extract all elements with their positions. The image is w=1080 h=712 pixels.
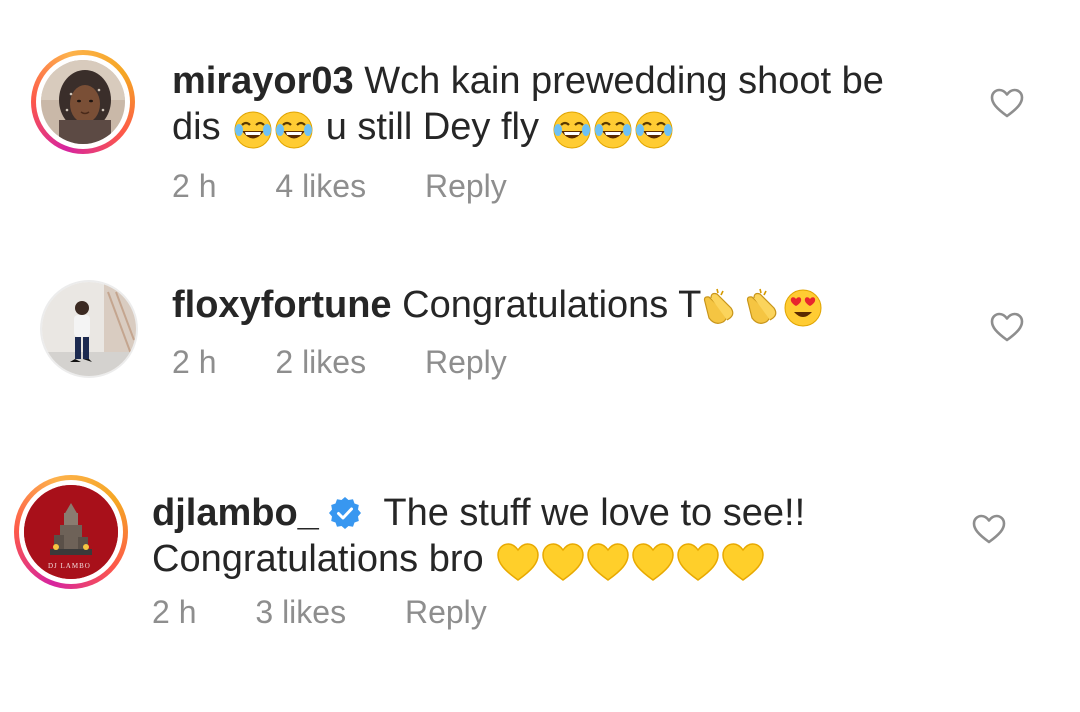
- comment-likes[interactable]: 2 likes: [275, 344, 366, 381]
- comment-likes[interactable]: 3 likes: [255, 594, 346, 631]
- comment-meta: 2 h 4 likes Reply: [172, 168, 507, 205]
- heart-outline-icon[interactable]: [990, 87, 1024, 119]
- comment-username[interactable]: djlambo_: [152, 492, 319, 534]
- verified-badge-icon: [328, 497, 361, 529]
- comment-text: mirayor03 Wch kain prewedding shoot be d…: [172, 58, 952, 156]
- clapping-hands-icon: [747, 288, 777, 324]
- comment-username[interactable]: floxyfortune: [172, 284, 392, 326]
- comment-item: floxyfortune Congratulations T 2 h 2 lik: [0, 230, 1080, 410]
- comment-text: floxyfortune Congratulations T: [172, 282, 952, 334]
- avatar[interactable]: [31, 50, 135, 154]
- comment-text: djlambo_ The stuff we love to see!! Cong…: [152, 490, 972, 588]
- comment-time: 2 h: [172, 168, 217, 204]
- reply-button[interactable]: Reply: [405, 594, 487, 631]
- comment-body-line2: Congratulations bro: [152, 538, 484, 580]
- clapping-hands-icon: [704, 288, 734, 324]
- comment-meta: 2 h 3 likes Reply: [152, 594, 487, 631]
- comment-body-line2: dis: [172, 106, 221, 148]
- comment-meta: 2 h 2 likes Reply: [172, 344, 507, 381]
- heart-outline-icon[interactable]: [972, 513, 1006, 545]
- comment-body: The stuff we love to see!!: [383, 492, 806, 534]
- avatar[interactable]: [14, 475, 128, 589]
- reply-button[interactable]: Reply: [425, 344, 507, 381]
- yellow-heart-icon: [632, 543, 674, 581]
- comment-time: 2 h: [172, 344, 217, 380]
- tears-of-joy-icon: [275, 111, 313, 149]
- avatar-image: [41, 60, 125, 144]
- yellow-heart-icon: [587, 543, 629, 581]
- yellow-heart-icon: [722, 543, 764, 581]
- comment-body-line2b: u still Dey fly: [325, 106, 539, 148]
- yellow-heart-group: [496, 542, 766, 588]
- avatar-label: DJ LAMBO: [48, 562, 91, 570]
- comment-likes[interactable]: 4 likes: [275, 168, 366, 205]
- comment-body: Wch kain prewedding shoot be: [364, 60, 884, 102]
- heart-eyes-icon: [784, 289, 822, 327]
- comment-item: DJ LAMBO djlambo_ The stuff we love to s…: [0, 410, 1080, 712]
- comment-time: 2 h: [152, 594, 197, 630]
- comment-body: Congratulations T: [402, 284, 702, 326]
- tears-of-joy-icon: [553, 111, 591, 149]
- laughing-emoji-group: [233, 110, 315, 156]
- laughing-emoji-group: [552, 110, 675, 156]
- yellow-heart-icon: [542, 543, 584, 581]
- emoji-group: [697, 288, 824, 334]
- comment-item: mirayor03 Wch kain prewedding shoot be d…: [0, 0, 1080, 230]
- yellow-heart-icon: [677, 543, 719, 581]
- tears-of-joy-icon: [234, 111, 272, 149]
- yellow-heart-icon: [497, 543, 539, 581]
- tears-of-joy-icon: [635, 111, 673, 149]
- avatar-image: [42, 282, 136, 376]
- reply-button[interactable]: Reply: [425, 168, 507, 205]
- comment-username[interactable]: mirayor03: [172, 60, 354, 102]
- tears-of-joy-icon: [594, 111, 632, 149]
- avatar[interactable]: [40, 280, 138, 378]
- heart-outline-icon[interactable]: [990, 311, 1024, 343]
